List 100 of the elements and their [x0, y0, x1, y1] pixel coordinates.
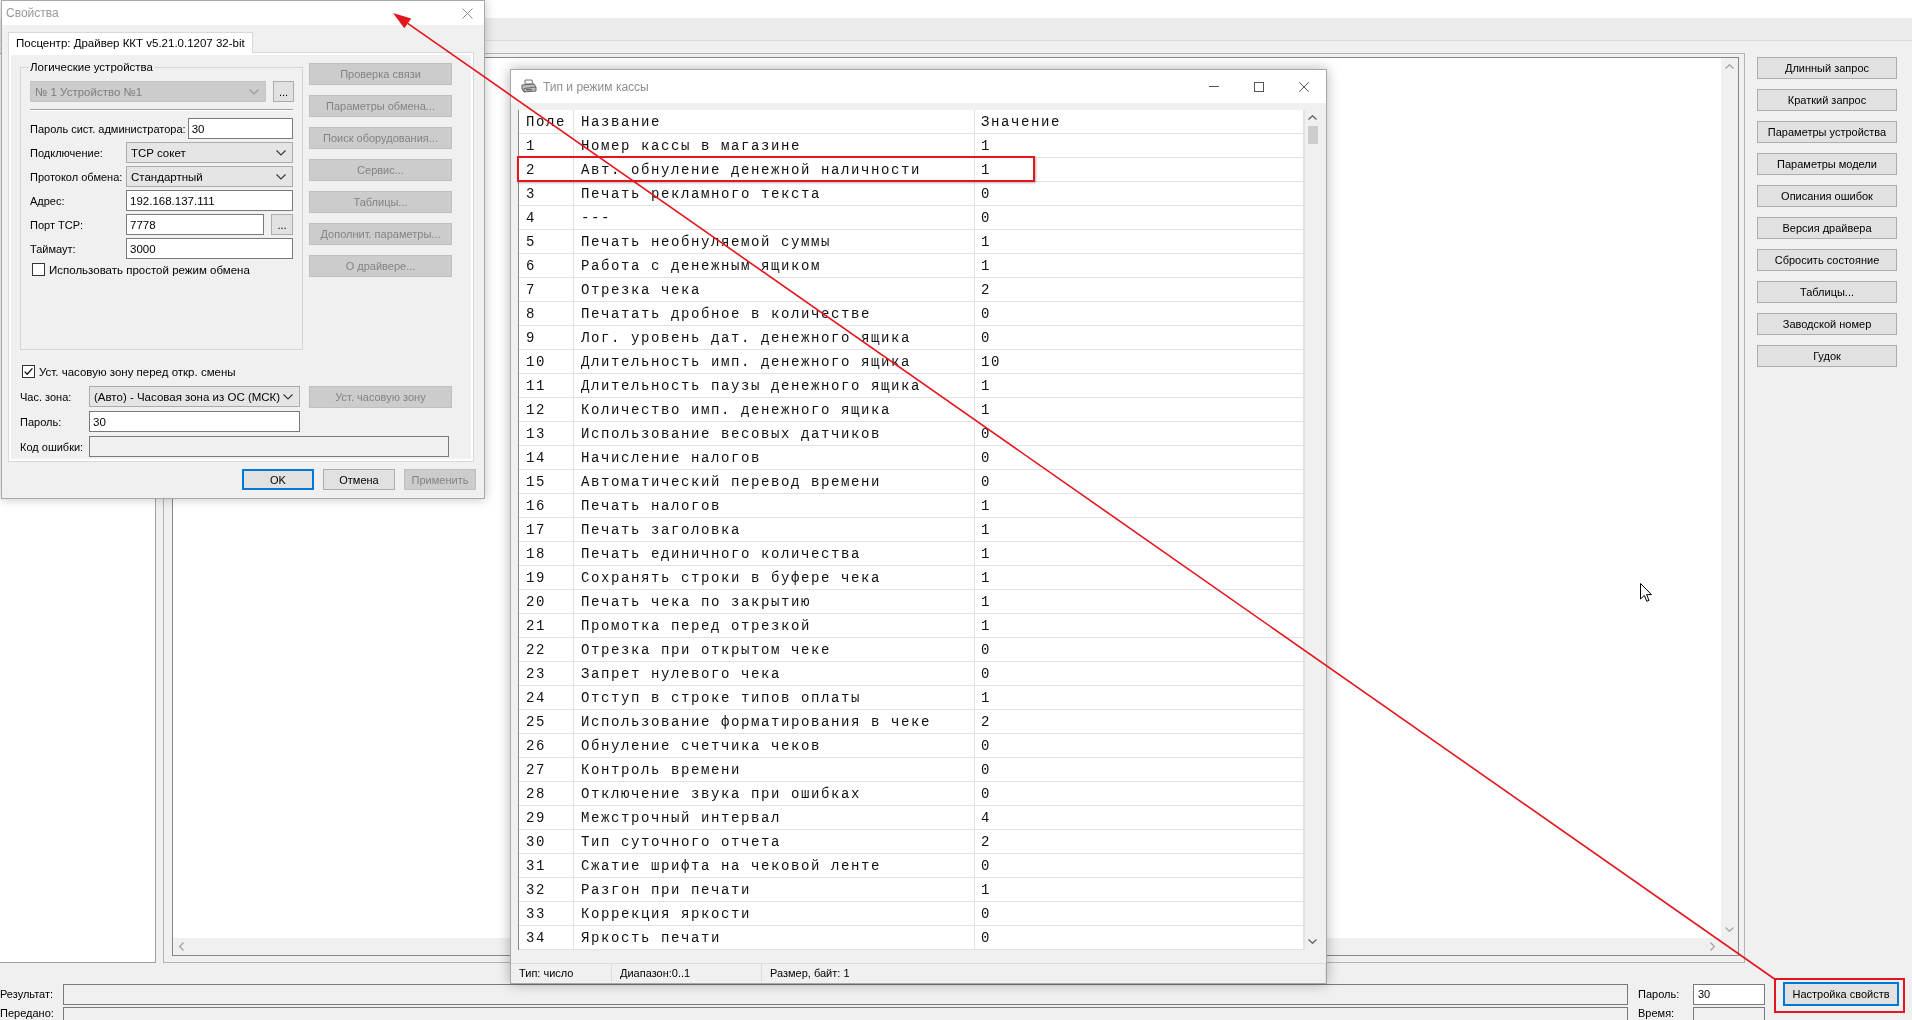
table-cell: Печать рекламного текста — [574, 182, 975, 206]
table-cell: 1 — [975, 230, 1304, 254]
dropdown[interactable]: (Авто) - Часовая зона из ОС (МСК) — [89, 386, 300, 407]
settings-button[interactable]: Настройка свойств — [1783, 982, 1899, 1006]
table-cell: Отрезка при открытом чеке — [574, 638, 975, 662]
table-cell: 32 — [519, 878, 574, 902]
field-label: Подключение: — [30, 146, 104, 159]
table-cell: 2 — [975, 710, 1304, 734]
table-cell: 22 — [519, 638, 574, 662]
table-cell: 27 — [519, 758, 574, 782]
action-button[interactable]: Длинный запрос — [1757, 57, 1897, 79]
table-cell: 2 — [975, 830, 1304, 854]
input-field[interactable]: 7778 — [126, 214, 264, 235]
field-label: Адрес: — [30, 194, 66, 207]
cursor-icon — [1640, 583, 1652, 602]
action-button[interactable]: Сбросить состояние — [1757, 249, 1897, 271]
chevron-down-icon[interactable] — [1308, 939, 1317, 944]
table-cell: 1 — [975, 398, 1304, 422]
table-cell: Печать единичного количества — [574, 542, 975, 566]
table-cell: 1 — [975, 494, 1304, 518]
dialog-title: Свойства — [6, 6, 59, 20]
minimize-icon[interactable] — [1208, 86, 1219, 87]
checkbox-label: Использовать простой режим обмена — [49, 263, 250, 276]
table-cell: 0 — [975, 926, 1304, 950]
table-cell: 0 — [975, 422, 1304, 446]
table-cell: 14 — [519, 446, 574, 470]
table-cell: 13 — [519, 422, 574, 446]
input-field[interactable]: 192.168.137.111 — [126, 190, 293, 211]
table-cell: 17 — [519, 518, 574, 542]
checkbox[interactable] — [32, 263, 45, 276]
status-text: Размер, байт: 1 — [762, 964, 1326, 982]
table-cell: 0 — [975, 182, 1304, 206]
action-button[interactable]: Таблицы... — [1757, 281, 1897, 303]
chevron-right-icon[interactable] — [1710, 942, 1715, 951]
field-label: Протокол обмена: — [30, 170, 124, 183]
table-cell: 19 — [519, 566, 574, 590]
table-cell: 0 — [975, 446, 1304, 470]
action-button[interactable]: Параметры модели — [1757, 153, 1897, 175]
column-header: Название — [574, 110, 975, 134]
table-cell: Лог. уровень дат. денежного ящика — [574, 326, 975, 350]
group-label: Логические устройства — [29, 61, 154, 74]
table-cell: 10 — [519, 350, 574, 374]
table-cell: 15 — [519, 470, 574, 494]
table-cell: 1 — [975, 518, 1304, 542]
table-cell: 0 — [975, 638, 1304, 662]
checkbox-label: Уст. часовую зону перед откр. смены — [39, 365, 236, 378]
action-button[interactable]: Краткий запрос — [1757, 89, 1897, 111]
action-button[interactable]: Описания ошибок — [1757, 185, 1897, 207]
dialog-button[interactable]: Отмена — [323, 469, 395, 490]
chevron-left-icon[interactable] — [179, 942, 184, 951]
table-cell: 30 — [519, 830, 574, 854]
horizontal-scrollbar[interactable] — [173, 938, 510, 955]
table-cell: 16 — [519, 494, 574, 518]
checkbox[interactable] — [22, 365, 35, 378]
action-button[interactable]: Параметры устройства — [1757, 121, 1897, 143]
table-cell: Отключение звука при ошибках — [574, 782, 975, 806]
table-cell: Печать чека по закрытию — [574, 590, 975, 614]
table-cell: 0 — [975, 662, 1304, 686]
input-field[interactable]: 30 — [1693, 983, 1765, 1005]
field-label: Пароль: — [1638, 987, 1681, 1001]
browse-button[interactable]: ... — [271, 214, 293, 235]
table-cell: 0 — [975, 854, 1304, 878]
table-cell: 18 — [519, 542, 574, 566]
table-cell: Номер кассы в магазине — [574, 134, 975, 158]
table-cell: 0 — [975, 470, 1304, 494]
table-cell: Печать налогов — [574, 494, 975, 518]
dropdown[interactable]: Стандартный — [126, 166, 293, 187]
table-cell: 29 — [519, 806, 574, 830]
scroll-thumb[interactable] — [1307, 126, 1318, 144]
table-cell: Количество имп. денежного ящика — [574, 398, 975, 422]
table-cell: Межстрочный интервал — [574, 806, 975, 830]
table-cell: 0 — [975, 902, 1304, 926]
table-cell: Использование весовых датчиков — [574, 422, 975, 446]
field-label: Час. зона: — [20, 390, 73, 403]
field-label: Результат: — [0, 987, 55, 1001]
input-field[interactable]: 30 — [89, 411, 300, 432]
table-cell: Тип суточного отчета — [574, 830, 975, 854]
browse-button[interactable]: ... — [273, 81, 294, 102]
action-button[interactable]: Гудок — [1757, 345, 1897, 367]
close-icon[interactable] — [1298, 81, 1309, 92]
input-field[interactable]: 3000 — [126, 238, 293, 259]
maximize-icon[interactable] — [1253, 81, 1264, 92]
tab[interactable]: Посцентр: Драйвер ККТ v5.21.0.1207 32-bit — [8, 32, 253, 53]
table-cell: 1 — [975, 134, 1304, 158]
table-cell: 3 — [519, 182, 574, 206]
action-button[interactable]: Заводской номер — [1757, 313, 1897, 335]
chevron-down-icon — [276, 173, 286, 180]
input-field[interactable]: 30 — [187, 118, 293, 139]
horizontal-scrollbar[interactable] — [1327, 938, 1721, 955]
action-button[interactable]: Версия драйвера — [1757, 217, 1897, 239]
table-cell: 21 — [519, 614, 574, 638]
table-cell: 1 — [975, 614, 1304, 638]
table-cell: 4 — [975, 806, 1304, 830]
field-label: Порт TCP: — [30, 218, 85, 231]
table-cell: Контроль времени — [574, 758, 975, 782]
table-cell: 0 — [975, 758, 1304, 782]
dialog-button[interactable]: OK — [242, 469, 314, 490]
chevron-up-icon[interactable] — [1308, 115, 1317, 120]
field-label: Передано: — [0, 1007, 55, 1020]
dropdown[interactable]: TCP сокет — [126, 142, 293, 163]
